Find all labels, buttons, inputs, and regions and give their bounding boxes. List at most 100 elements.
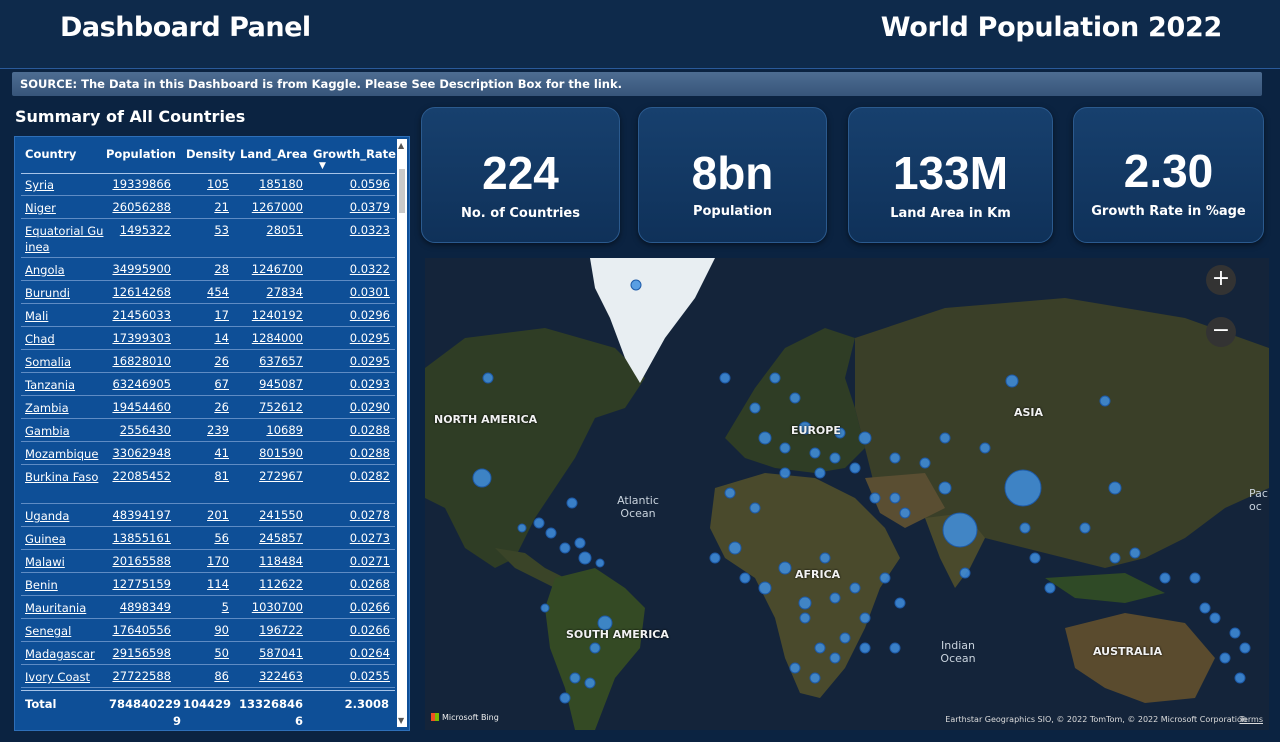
cell-population[interactable]: 19339866 (112, 177, 171, 191)
scroll-down-icon[interactable]: ▼ (398, 716, 404, 725)
cell-growth-rate[interactable]: 0.0266 (350, 623, 390, 637)
cell-land-area[interactable]: 245857 (259, 531, 303, 545)
map-bubble[interactable] (1109, 552, 1121, 564)
cell-land-area[interactable]: 10689 (266, 423, 303, 437)
map-bubble[interactable] (1129, 547, 1141, 559)
map-bubble[interactable] (809, 672, 821, 684)
cell-growth-rate[interactable]: 0.0322 (350, 262, 390, 276)
map-bubble[interactable] (889, 452, 901, 464)
cell-density[interactable]: 67 (214, 377, 229, 391)
cell-growth-rate[interactable]: 0.0295 (350, 331, 390, 345)
map-bubble[interactable] (789, 392, 801, 404)
table-row[interactable]: Somalia 16828010 26 637657 0.0295 (21, 350, 395, 373)
zoom-in-button[interactable]: + (1206, 265, 1236, 295)
cell-country[interactable]: Senegal (25, 623, 105, 639)
cell-land-area[interactable]: 801590 (259, 446, 303, 460)
column-header-country[interactable]: Country (25, 147, 76, 161)
cell-density[interactable]: 41 (214, 446, 229, 460)
cell-country[interactable]: Angola (25, 262, 105, 278)
map-bubble[interactable] (1209, 612, 1221, 624)
map-bubble[interactable] (778, 561, 792, 575)
map-bubble[interactable] (1108, 481, 1122, 495)
map-bubble[interactable] (919, 457, 931, 469)
cell-density[interactable]: 239 (207, 423, 229, 437)
table-row[interactable]: Burundi 12614268 454 27834 0.0301 (21, 281, 395, 304)
cell-population[interactable]: 29156598 (112, 646, 171, 660)
map-bubble[interactable] (814, 642, 826, 654)
map-bubble[interactable] (789, 662, 801, 674)
cell-density[interactable]: 105 (207, 177, 229, 191)
cell-country[interactable]: Burundi (25, 285, 105, 301)
table-row[interactable]: Malawi 20165588 170 118484 0.0271 (21, 550, 395, 573)
map-bubble[interactable] (829, 592, 841, 604)
map-bubble[interactable] (859, 642, 871, 654)
table-row[interactable]: Angola 34995900 28 1246700 0.0322 (21, 258, 395, 281)
map-bubble[interactable] (849, 582, 861, 594)
cell-population[interactable]: 13855161 (112, 531, 171, 545)
map-bubble[interactable] (858, 431, 872, 445)
cell-population[interactable]: 1495322 (120, 223, 171, 237)
cell-growth-rate[interactable]: 0.0290 (350, 400, 390, 414)
cell-growth-rate[interactable]: 0.0296 (350, 308, 390, 322)
map-bubble[interactable] (1219, 652, 1231, 664)
cell-country[interactable]: Equatorial Guinea (25, 223, 105, 255)
table-row[interactable]: Syria 19339866 105 185180 0.0596 (21, 173, 395, 196)
map-bubble[interactable] (899, 507, 911, 519)
map-bubble[interactable] (472, 468, 492, 488)
cell-growth-rate[interactable]: 0.0596 (350, 177, 390, 191)
cell-growth-rate[interactable]: 0.0288 (350, 446, 390, 460)
cell-land-area[interactable]: 637657 (259, 354, 303, 368)
cell-land-area[interactable]: 272967 (259, 469, 303, 483)
scroll-up-icon[interactable]: ▲ (398, 141, 404, 150)
cell-land-area[interactable]: 112622 (259, 577, 303, 591)
world-map[interactable]: NORTH AMERICA EUROPE ASIA AFRICA SOUTH A… (425, 258, 1269, 730)
cell-population[interactable]: 33062948 (112, 446, 171, 460)
cell-country[interactable]: Madagascar (25, 646, 105, 662)
cell-country[interactable]: Chad (25, 331, 105, 347)
cell-land-area[interactable]: 1267000 (252, 200, 303, 214)
map-bubble[interactable] (724, 487, 736, 499)
table-row[interactable]: Gambia 2556430 239 10689 0.0288 (21, 419, 395, 442)
map-bubble[interactable] (758, 431, 772, 445)
cell-density[interactable]: 53 (214, 223, 229, 237)
column-header-population[interactable]: Population (106, 147, 176, 161)
map-bubble[interactable] (559, 542, 571, 554)
table-row[interactable]: Chad 17399303 14 1284000 0.0295 (21, 327, 395, 350)
cell-density[interactable]: 17 (214, 308, 229, 322)
cell-land-area[interactable]: 241550 (259, 508, 303, 522)
cell-population[interactable]: 20165588 (112, 554, 171, 568)
table-row[interactable]: Guinea 13855161 56 245857 0.0273 (21, 527, 395, 550)
cell-density[interactable]: 170 (207, 554, 229, 568)
map-bubble[interactable] (1004, 469, 1042, 507)
cell-country[interactable]: Guinea (25, 531, 105, 547)
cell-country[interactable]: Gambia (25, 423, 105, 439)
table-row[interactable]: Zambia 19454460 26 752612 0.0290 (21, 396, 395, 419)
cell-country[interactable]: Zambia (25, 400, 105, 416)
map-bubble[interactable] (1199, 602, 1211, 614)
map-bubble[interactable] (809, 447, 821, 459)
scroll-thumb[interactable] (399, 169, 405, 213)
cell-land-area[interactable]: 196722 (259, 623, 303, 637)
cell-growth-rate[interactable]: 0.0288 (350, 423, 390, 437)
cell-density[interactable]: 28 (214, 262, 229, 276)
cell-growth-rate[interactable]: 0.0295 (350, 354, 390, 368)
map-bubble[interactable] (566, 497, 578, 509)
map-bubble[interactable] (709, 552, 721, 564)
cell-growth-rate[interactable]: 0.0266 (350, 600, 390, 614)
map-bubble[interactable] (739, 572, 751, 584)
cell-country[interactable]: Burkina Faso (25, 469, 105, 485)
map-bubble[interactable] (814, 467, 826, 479)
map-bubble[interactable] (938, 481, 952, 495)
cell-growth-rate[interactable]: 0.0271 (350, 554, 390, 568)
map-bubble[interactable] (584, 677, 596, 689)
cell-growth-rate[interactable]: 0.0278 (350, 508, 390, 522)
cell-density[interactable]: 21 (214, 200, 229, 214)
cell-population[interactable]: 26056288 (112, 200, 171, 214)
table-row[interactable]: Burkina Faso 22085452 81 272967 0.0282 (21, 465, 395, 504)
map-bubble[interactable] (1044, 582, 1056, 594)
map-bubble[interactable] (829, 652, 841, 664)
map-bubble[interactable] (1029, 552, 1041, 564)
map-bubble[interactable] (1229, 627, 1241, 639)
cell-growth-rate[interactable]: 0.0293 (350, 377, 390, 391)
map-bubble[interactable] (769, 372, 781, 384)
